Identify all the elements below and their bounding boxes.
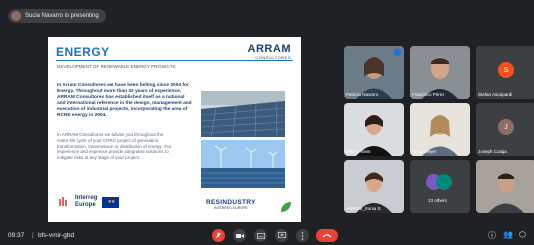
bottom-bar: 09:37 | bfs-vmir-gbd ⓘ 👥 ⬡ [0, 225, 534, 245]
participant-tile[interactable]: S Stefan Asoopardi [476, 46, 534, 99]
participant-name: Stefan Asoopardi [478, 92, 513, 97]
leaf-logo-icon [281, 202, 291, 212]
presenter-avatar [11, 11, 21, 21]
participant-avatar: J [498, 119, 514, 135]
end-call-icon [322, 234, 332, 238]
slide-bold-text: In Arram Consultores we have been beltin… [57, 83, 192, 118]
participant-tile[interactable]: Anna Meyer [410, 103, 470, 156]
captions-button[interactable] [254, 229, 267, 242]
interreg-text: Interreg Europe [75, 195, 97, 209]
slide-subtitle: DEVELOPMENT OF RENEWABLE ENERGY PROJECTS [57, 64, 176, 69]
leave-call-button[interactable] [316, 229, 338, 242]
wind-solar-photo [201, 140, 285, 188]
camera-button[interactable] [233, 229, 246, 242]
arram-logo: ARRAM CONSULTORES [248, 43, 291, 60]
others-avatars-icon [426, 174, 452, 190]
people-icon[interactable]: 👥 [503, 230, 513, 239]
mic-off-icon [215, 232, 222, 239]
participant-name: ARRAM_Sonia S. [346, 206, 382, 211]
interreg-label: Interreg [75, 195, 98, 201]
participant-name: Patricia Navarro [346, 92, 379, 97]
slide-divider [56, 60, 293, 61]
participant-tile[interactable]: Milena Klein [344, 103, 404, 156]
presentation-slide: ENERGY ARRAM CONSULTORES DEVELOPMENT OF … [48, 37, 301, 222]
present-icon [277, 232, 286, 239]
participant-name: Anna Meyer [412, 149, 437, 154]
participant-video [476, 160, 534, 213]
participant-tile[interactable]: Francisco Pérez [410, 46, 470, 99]
solar-panels-photo [201, 91, 285, 137]
resindustry-name: RESINDUSTRY [206, 199, 256, 206]
slide-paragraph: In ARRAM Consultores we advise you throu… [57, 132, 172, 161]
camera-icon [235, 233, 244, 238]
activities-icon[interactable]: ⬡ [519, 230, 526, 239]
participant-name: Joseph Cotaja [478, 149, 507, 154]
participant-tile[interactable] [476, 160, 534, 213]
slide-title: ENERGY [56, 45, 110, 59]
mic-off-button[interactable] [212, 229, 225, 242]
present-button[interactable] [275, 229, 288, 242]
interreg-logo: Interreg Europe ★★ [58, 195, 120, 209]
resindustry-logo: RESINDUSTRY INTERREG EUROPE [206, 199, 256, 210]
more-options-button[interactable] [296, 229, 309, 242]
interreg-sub-label: Europe [75, 202, 96, 208]
resindustry-sub: INTERREG EUROPE [213, 206, 248, 210]
presenting-chip[interactable]: Sucia Navarro is presenting [8, 9, 106, 23]
meeting-code: bfs-vmir-gbd [38, 232, 75, 239]
separator: | [32, 232, 34, 239]
interreg-mark-icon [59, 197, 67, 206]
top-bar: Sucia Navarro is presenting [0, 0, 534, 30]
presenting-label: Sucia Navarro is presenting [25, 13, 99, 19]
eu-flag-icon: ★★ [102, 196, 120, 208]
more-vert-icon [301, 231, 304, 240]
captions-icon [256, 232, 265, 239]
info-icon[interactable]: ⓘ [488, 230, 496, 241]
arram-logo-name: ARRAM [247, 43, 291, 55]
clock: 09:37 [8, 232, 25, 239]
others-tile[interactable]: 13 others [410, 160, 470, 213]
participant-name: Milena Klein [346, 149, 371, 154]
participant-tile[interactable]: J Joseph Cotaja [476, 103, 534, 156]
participant-tile[interactable]: Patricia Navarro [344, 46, 404, 99]
others-count: 13 others [428, 198, 447, 203]
speaking-indicator-icon [394, 49, 401, 56]
participant-name: Francisco Pérez [412, 92, 445, 97]
participant-tile[interactable]: ARRAM_Sonia S. [344, 160, 404, 213]
participant-avatar: S [498, 62, 514, 78]
